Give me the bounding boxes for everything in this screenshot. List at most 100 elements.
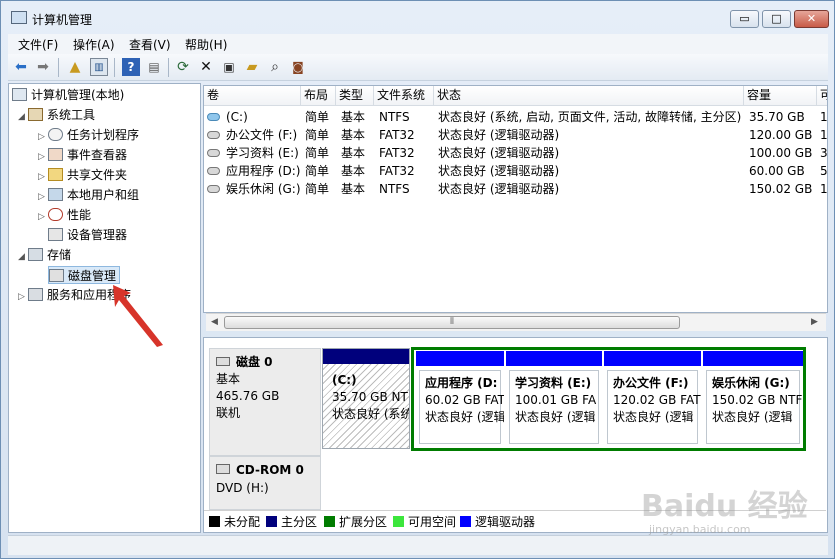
status-bar <box>8 535 828 555</box>
partition-c[interactable]: (C:) 35.70 GB NTFS 状态良好 (系统 <box>322 348 410 449</box>
partition-g[interactable]: 娱乐休闲 (G:) 150.02 GB NTF 状态良好 (逻辑 <box>703 351 803 447</box>
tree-node-local-users[interactable]: ▷ 本地用户和组 <box>38 186 139 204</box>
horizontal-scrollbar[interactable]: ◀ ⦀ ▶ <box>206 313 826 331</box>
column-header-capacity[interactable]: 容量 <box>744 86 817 106</box>
computer-icon <box>12 88 27 101</box>
properties-icon[interactable]: ▣ <box>220 58 238 76</box>
tree-node-root[interactable]: 计算机管理(本地) <box>12 86 124 104</box>
tree-node-system-tools[interactable]: ◢ 系统工具 <box>18 106 95 124</box>
cell-capacity: 35.70 GB <box>749 110 805 124</box>
column-header-layout[interactable]: 布局 <box>301 86 336 106</box>
scroll-right-icon[interactable]: ▶ <box>811 317 818 327</box>
disk-tool-icon[interactable]: ◙ <box>289 58 307 76</box>
tree-label: 磁盘管理 <box>68 269 117 283</box>
disk-0-name: 磁盘 0 <box>236 355 273 369</box>
collapsed-arrow-icon[interactable]: ▷ <box>18 288 28 306</box>
delete-icon[interactable]: ✕ <box>197 58 215 76</box>
services-icon <box>28 288 43 301</box>
tree-node-storage[interactable]: ◢ 存储 <box>18 246 71 264</box>
column-header-free[interactable]: 可 <box>817 86 827 106</box>
volume-drive-icon <box>207 185 220 193</box>
tree-label: 本地用户和组 <box>67 188 140 202</box>
partition-size: 35.70 GB NTFS <box>332 390 409 404</box>
partition-status: 状态良好 (逻辑 <box>613 410 694 424</box>
volume-drive-icon <box>207 149 220 157</box>
partition-f[interactable]: 办公文件 (F:) 120.02 GB FAT 状态良好 (逻辑 <box>604 351 701 447</box>
cell-volume: 办公文件 (F:) <box>226 128 298 142</box>
collapsed-arrow-icon[interactable]: ▷ <box>38 128 48 146</box>
console-tree: 计算机管理(本地) ◢ 系统工具 ▷ 任务计划程序 ▷ 事件查看器 ▷ 共享文件夹 ▷ 本… <box>8 83 201 533</box>
legend-primary: 主分区 <box>266 515 317 529</box>
expanded-arrow-icon[interactable]: ◢ <box>18 248 28 266</box>
legend-label: 可用空间 <box>408 515 457 529</box>
partition-g-info: 娱乐休闲 (G:) 150.02 GB NTF 状态良好 (逻辑 <box>706 370 802 444</box>
disk-icon <box>216 357 230 366</box>
cell-filesystem: FAT32 <box>379 128 415 142</box>
cdrom-type: DVD (H:) <box>216 481 269 495</box>
open-folder-icon[interactable]: ▰ <box>243 58 261 76</box>
tree-node-shared-folders[interactable]: ▷ 共享文件夹 <box>38 166 127 184</box>
disk-0-header[interactable]: 磁盘 0 基本 465.76 GB 联机 <box>209 348 321 456</box>
logical-drive-strip <box>604 351 701 366</box>
partition-e[interactable]: 学习资料 (E:) 100.01 GB FA 状态良好 (逻辑 <box>506 351 602 447</box>
cell-filesystem: NTFS <box>379 110 410 124</box>
column-header-volume[interactable]: 卷 <box>204 86 301 106</box>
cdrom-0-header[interactable]: CD-ROM 0 DVD (H:) <box>209 456 321 510</box>
maximize-button[interactable]: □ <box>762 10 791 28</box>
collapsed-arrow-icon[interactable]: ▷ <box>38 168 48 186</box>
cell-capacity: 60.00 GB <box>749 164 805 178</box>
disk-0-status: 联机 <box>216 406 241 420</box>
cell-type: 基本 <box>341 182 366 196</box>
search-icon[interactable]: ⌕ <box>266 58 284 76</box>
cell-status: 状态良好 (逻辑驱动器) <box>438 182 560 196</box>
column-header-filesystem[interactable]: 文件系统 <box>374 86 434 106</box>
up-folder-icon[interactable]: ▲ <box>66 58 84 76</box>
menu-action[interactable]: 操作(A) <box>73 36 115 53</box>
legend-label: 未分配 <box>224 515 261 529</box>
menu-file[interactable]: 文件(F) <box>18 36 58 53</box>
menu-view[interactable]: 查看(V) <box>129 36 171 53</box>
close-button[interactable]: ✕ <box>794 10 829 28</box>
collapsed-arrow-icon[interactable]: ▷ <box>38 208 48 226</box>
column-header-type[interactable]: 类型 <box>336 86 374 106</box>
partition-e-info: 学习资料 (E:) 100.01 GB FA 状态良好 (逻辑 <box>509 370 599 444</box>
back-arrow-icon[interactable]: ⬅ <box>12 58 30 76</box>
cell-type: 基本 <box>341 110 366 124</box>
menu-bar: 文件(F) 操作(A) 查看(V) 帮助(H) <box>8 34 828 54</box>
legend-extended: 扩展分区 <box>324 515 387 529</box>
tree-node-event-viewer[interactable]: ▷ 事件查看器 <box>38 146 127 164</box>
logical-drive-strip <box>416 351 504 366</box>
performance-icon <box>48 208 63 221</box>
cell-capacity: 100.00 GB <box>749 146 813 160</box>
tree-label: 设备管理器 <box>67 228 128 242</box>
tree-node-disk-management[interactable]: 磁盘管理 <box>48 266 121 284</box>
properties-panel-icon[interactable]: ▤ <box>145 58 163 76</box>
cell-volume: (C:) <box>226 110 248 124</box>
title-bar: 计算机管理 ▭ □ ✕ <box>1 1 834 33</box>
collapsed-arrow-icon[interactable]: ▷ <box>38 148 48 166</box>
partition-d[interactable]: 应用程序 (D: 60.02 GB FAT 状态良好 (逻辑 <box>416 351 504 447</box>
cell-volume: 娱乐休闲 (G:) <box>226 182 301 196</box>
scrollbar-thumb[interactable]: ⦀ <box>224 316 680 329</box>
tree-label: 系统工具 <box>47 108 96 122</box>
tree-node-task-scheduler[interactable]: ▷ 任务计划程序 <box>38 126 139 144</box>
expanded-arrow-icon[interactable]: ◢ <box>18 108 28 126</box>
partition-name: 学习资料 (E:) <box>515 376 592 390</box>
tree-node-device-manager[interactable]: 设备管理器 <box>48 226 127 244</box>
show-hide-console-tree-icon[interactable]: ▥ <box>90 58 108 76</box>
toolbar-separator <box>168 58 169 77</box>
scroll-left-icon[interactable]: ◀ <box>211 317 218 327</box>
cell-free: 1 <box>820 110 828 124</box>
minimize-button[interactable]: ▭ <box>730 10 759 28</box>
tree-node-performance[interactable]: ▷ 性能 <box>38 206 91 224</box>
refresh-icon[interactable]: ⟳ <box>174 58 192 76</box>
menu-help[interactable]: 帮助(H) <box>185 36 227 53</box>
help-icon[interactable]: ? <box>122 58 140 76</box>
cell-layout: 简单 <box>305 146 330 160</box>
collapsed-arrow-icon[interactable]: ▷ <box>38 188 48 206</box>
partition-name: (C:) <box>332 373 357 387</box>
disk-0-size: 465.76 GB <box>216 389 280 403</box>
column-header-status[interactable]: 状态 <box>434 86 744 106</box>
forward-arrow-icon[interactable]: ➡ <box>34 58 52 76</box>
legend-label: 逻辑驱动器 <box>475 515 536 529</box>
